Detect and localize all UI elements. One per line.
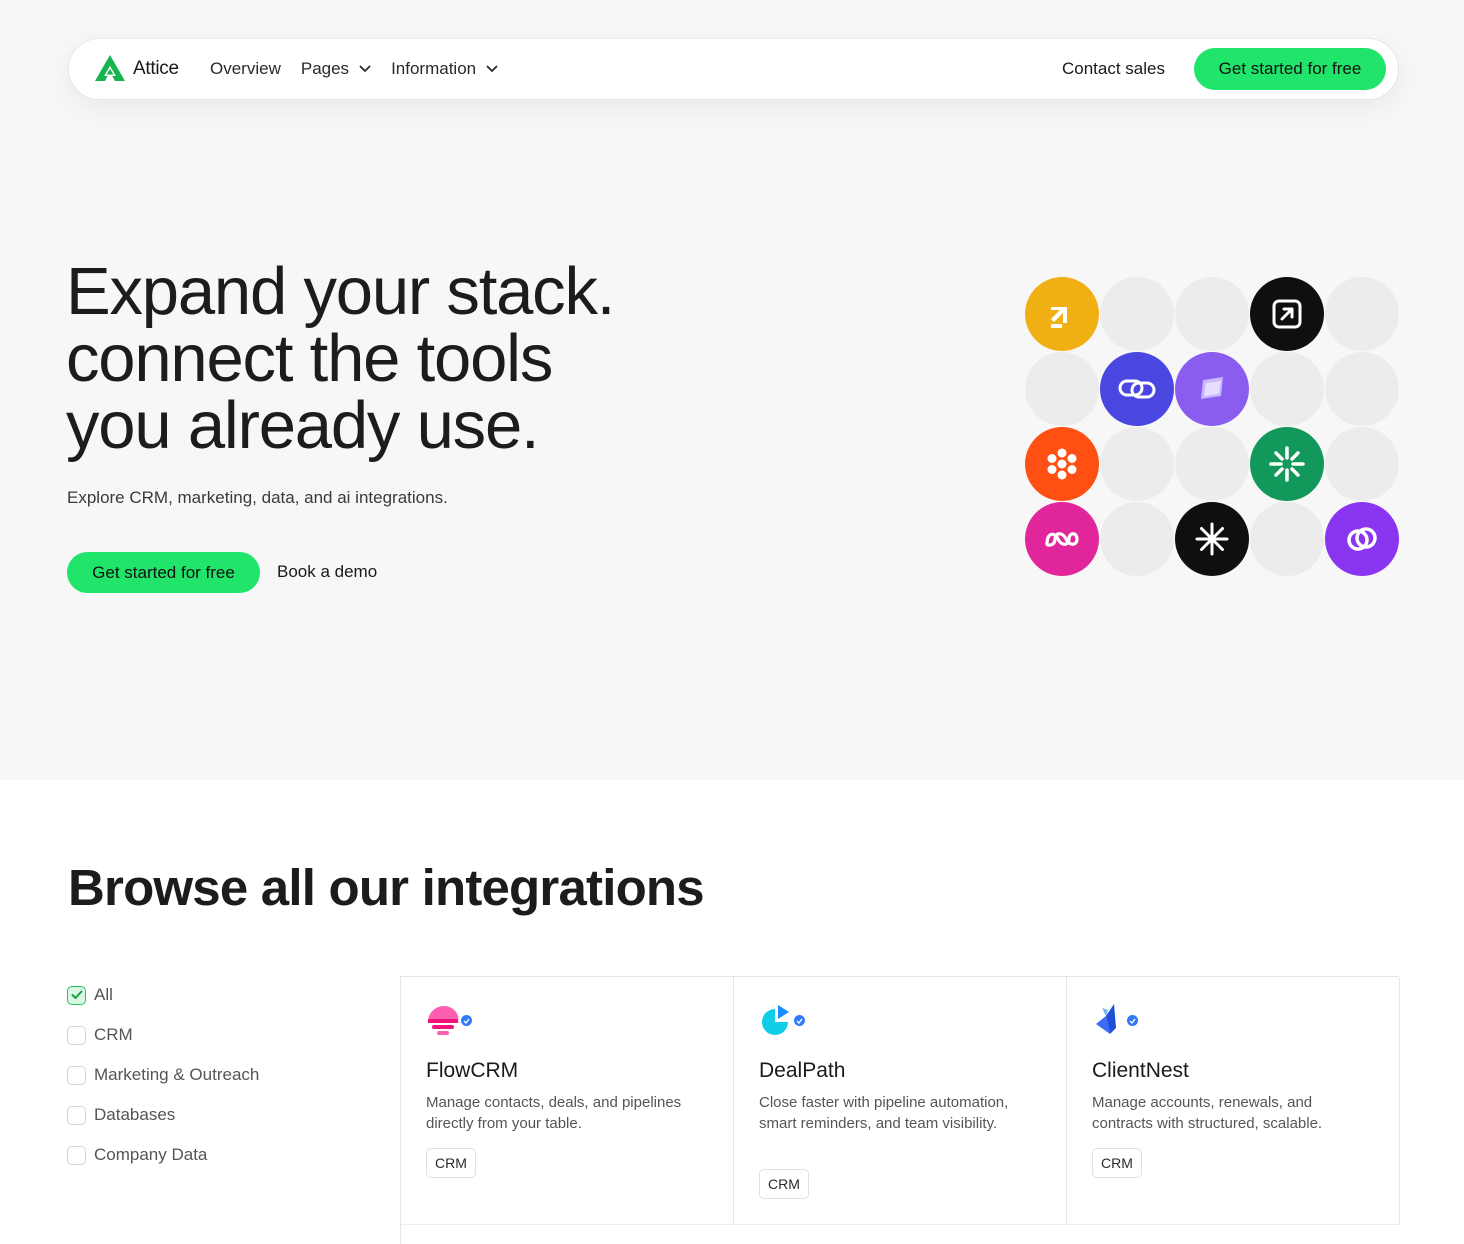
nav-overview-label: Overview: [210, 59, 281, 78]
checkbox[interactable]: [67, 1025, 86, 1045]
verified-badge: [1124, 1012, 1141, 1029]
filter-company-data[interactable]: Company Data: [67, 1145, 259, 1165]
attice-logo-icon: [95, 55, 125, 81]
integration-bubble: [1175, 502, 1249, 576]
asterisk-burst-icon: [1269, 446, 1305, 482]
chain-link-icon: [1118, 379, 1156, 399]
category-tag: CRM: [426, 1148, 476, 1178]
integration-card-clientnest[interactable]: ClientNest Manage accounts, renewals, an…: [1067, 977, 1400, 1225]
empty-bubble: [1175, 277, 1249, 351]
checkbox[interactable]: [67, 1105, 86, 1125]
integration-card-dealpath[interactable]: DealPath Close faster with pipeline auto…: [734, 977, 1067, 1225]
filter-label: Databases: [94, 1105, 176, 1124]
flower-dots-icon: [1047, 448, 1077, 480]
headline-line-1: Expand your stack.: [66, 254, 615, 329]
sparkle-icon: [1195, 522, 1229, 556]
verified-badge: [458, 1012, 475, 1029]
integration-cards: FlowCRM Manage contacts, deals, and pipe…: [400, 976, 1400, 1244]
chevron-down-icon: [486, 65, 498, 73]
intertwined-rings-icon: [1347, 527, 1377, 551]
layers-icon: [1201, 377, 1223, 399]
filter-label: All: [94, 985, 113, 1004]
empty-bubble: [1025, 352, 1099, 426]
integration-bubble: [1250, 427, 1324, 501]
card-title: ClientNest: [1092, 1059, 1189, 1082]
category-tag: CRM: [759, 1169, 809, 1199]
integration-bubble: [1025, 502, 1099, 576]
hero-get-started-button[interactable]: Get started for free: [67, 552, 260, 593]
book-demo-link[interactable]: Book a demo: [277, 562, 377, 582]
filter-all[interactable]: All: [67, 985, 259, 1005]
integration-bubble: [1175, 352, 1249, 426]
verified-check-icon: [1129, 1018, 1136, 1024]
filter-label: CRM: [94, 1025, 133, 1044]
contact-sales-link[interactable]: Contact sales: [1062, 59, 1165, 79]
empty-bubble: [1250, 352, 1324, 426]
brand-logo[interactable]: Attice: [94, 54, 179, 84]
nav-pages-dropdown[interactable]: Pages: [301, 59, 371, 79]
filter-label: Marketing & Outreach: [94, 1065, 260, 1084]
integration-bubble: [1025, 427, 1099, 501]
verified-check-icon: [796, 1018, 803, 1024]
empty-bubble: [1100, 502, 1174, 576]
empty-bubble: [1175, 427, 1249, 501]
loop-waves-icon: [1045, 532, 1079, 547]
empty-bubble: [1325, 427, 1399, 501]
nav-pages-label: Pages: [300, 59, 350, 78]
headline-line-3: you already use.: [66, 388, 540, 463]
arrow-up-right-icon: [1051, 307, 1067, 328]
card-description: Close faster with pipeline automation, s…: [759, 1094, 1009, 1132]
integration-card-flowcrm[interactable]: FlowCRM Manage contacts, deals, and pipe…: [401, 977, 734, 1225]
verified-badge: [791, 1012, 808, 1029]
card-logo: [426, 1002, 476, 1038]
hero-subheading: Explore CRM, marketing, data, and ai int…: [67, 488, 448, 507]
filter-databases[interactable]: Databases: [67, 1105, 259, 1125]
empty-bubble: [1100, 427, 1174, 501]
nav-get-started-button[interactable]: Get started for free: [1194, 48, 1386, 90]
integration-icon-grid: [1025, 277, 1399, 577]
flowcrm-logo-icon: [428, 1006, 459, 1035]
clientnest-logo-icon: [1096, 1004, 1116, 1034]
browse-title: Browse all our integrations: [68, 859, 705, 916]
checkbox[interactable]: [67, 1065, 86, 1085]
nav-information-label: Information: [391, 59, 477, 78]
checkbox-checked[interactable]: [67, 985, 86, 1005]
nav-links: Overview Pages Information: [210, 59, 518, 79]
integration-bubble: [1100, 352, 1174, 426]
empty-bubble: [1100, 277, 1174, 351]
brand-name: Attice: [133, 58, 179, 79]
card-description: Manage contacts, deals, and pipelines di…: [426, 1094, 682, 1132]
card-title: FlowCRM: [426, 1059, 519, 1082]
card-title: DealPath: [759, 1059, 846, 1082]
filter-label: Company Data: [94, 1145, 208, 1164]
filter-crm[interactable]: CRM: [67, 1025, 259, 1045]
top-navbar: Attice Overview Pages Information Contac…: [68, 38, 1399, 100]
check-icon: [71, 990, 82, 999]
empty-bubble: [1325, 352, 1399, 426]
nav-information-dropdown[interactable]: Information: [391, 59, 498, 79]
verified-check-icon: [463, 1018, 470, 1024]
integration-bubble: [1325, 502, 1399, 576]
category-filters: All CRM Marketing & Outreach Databases C…: [67, 985, 259, 1185]
integration-bubble: [1250, 277, 1324, 351]
empty-bubble: [1250, 502, 1324, 576]
card-logo: [1092, 1002, 1142, 1038]
checkbox[interactable]: [67, 1145, 86, 1165]
card-logo: [759, 1002, 809, 1038]
hero-headline: Expand your stack. connect the tools you…: [66, 254, 615, 463]
category-tag: CRM: [1092, 1148, 1142, 1178]
card-description: Manage accounts, renewals, and contracts…: [1092, 1094, 1323, 1132]
empty-bubble: [1325, 277, 1399, 351]
arrow-square-icon: [1272, 299, 1302, 329]
chevron-down-icon: [359, 65, 371, 73]
nav-overview-link[interactable]: Overview: [210, 59, 281, 79]
dealpath-logo-icon: [762, 1005, 789, 1035]
integration-bubble: [1025, 277, 1099, 351]
filter-marketing-outreach[interactable]: Marketing & Outreach: [67, 1065, 259, 1085]
headline-line-2: connect the tools: [66, 321, 553, 396]
